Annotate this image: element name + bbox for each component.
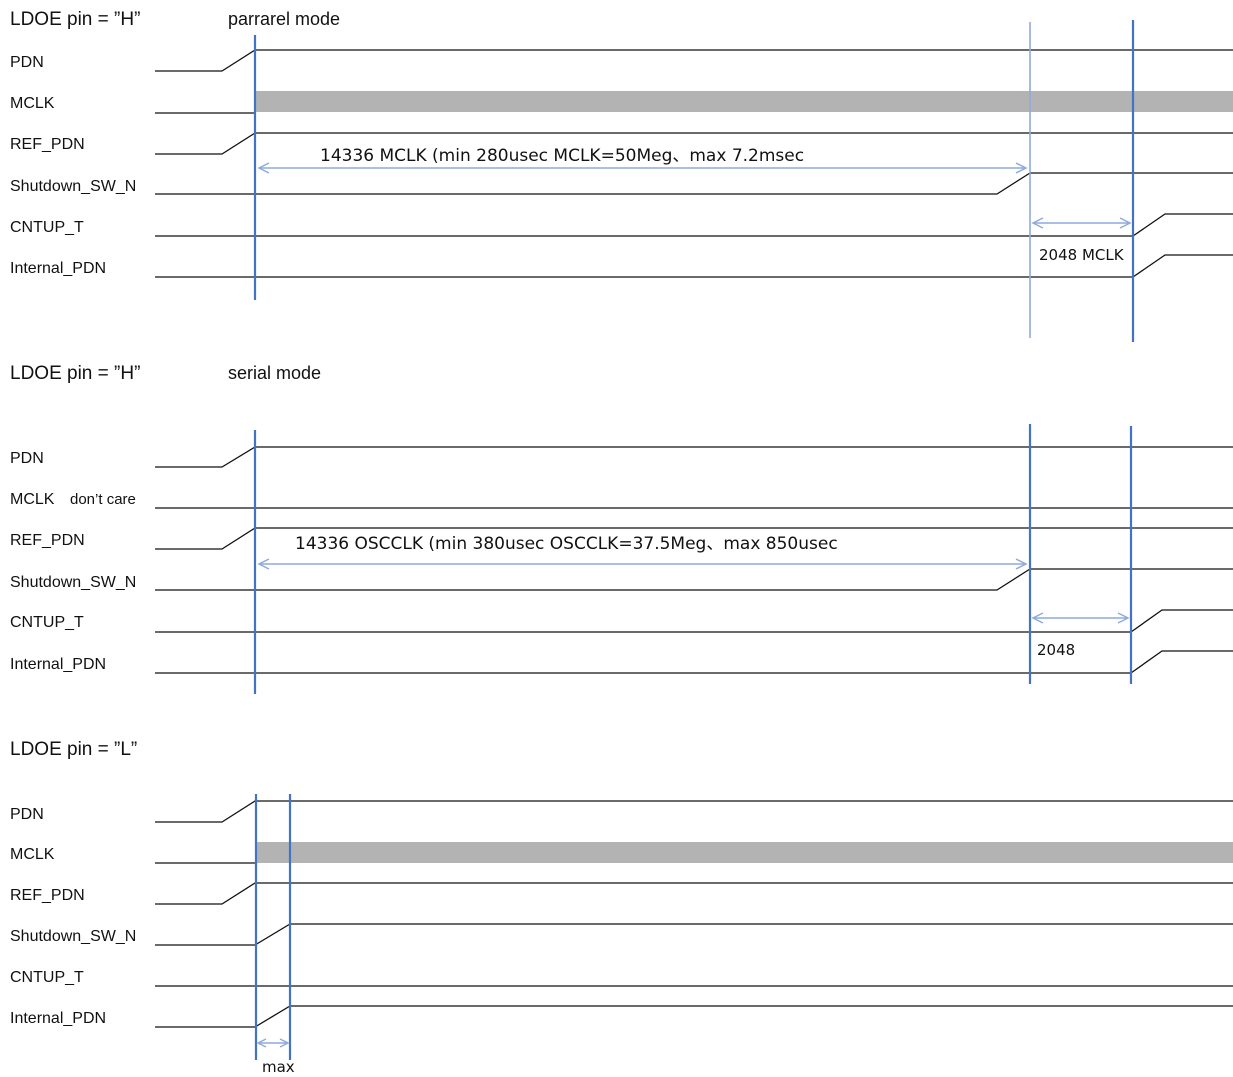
waveform-cntup-t: [155, 609, 1233, 633]
signal-label-ref-pdn: REF_PDN: [10, 532, 85, 549]
waveform-pdn: [155, 49, 1233, 72]
signal-label-mclk: MCLK: [10, 846, 55, 863]
waveform-shutdown-sw-n: [155, 568, 1233, 591]
section-serial-mode: LDOE pin = ”H” serial mode PDN MCLK don’…: [10, 363, 1233, 694]
section-mode: parrarel mode: [228, 9, 340, 29]
timing-diagram: LDOE pin = ”H” parrarel mode PDN MCLK RE…: [10, 9, 1233, 1076]
section-heading: LDOE pin = ”H”: [10, 363, 140, 384]
signal-note-dont-care: don’t care: [70, 491, 136, 508]
section-heading: LDOE pin = ”L”: [10, 739, 137, 760]
interval-label-2048: 2048: [1037, 641, 1075, 659]
waveform-cntup-t: [155, 213, 1233, 237]
interval-label-2048: 2048 MCLK: [1039, 246, 1125, 264]
waveform-mclk-clock-band: [255, 842, 1233, 863]
interval-arrow-2048: [1031, 217, 1132, 229]
signal-label-shutdown-sw-n: Shutdown_SW_N: [10, 178, 136, 195]
signal-label-mclk: MCLK: [10, 491, 55, 508]
waveform-internal-pdn: [155, 1005, 1233, 1028]
signal-label-ref-pdn: REF_PDN: [10, 887, 85, 904]
waveform-mclk-clock-band: [255, 91, 1233, 112]
waveform-pdn: [155, 446, 1233, 468]
signal-label-cntup-t: CNTUP_T: [10, 969, 84, 986]
signal-label-shutdown-sw-n: Shutdown_SW_N: [10, 928, 136, 945]
interval-label-max: max: [262, 1058, 295, 1076]
section-heading: LDOE pin = ”H”: [10, 9, 140, 30]
section-ldoe-low: LDOE pin = ”L” PDN MCLK REF_PDN Shutdown…: [10, 739, 1233, 1076]
signal-label-ref-pdn: REF_PDN: [10, 136, 85, 153]
signal-label-pdn: PDN: [10, 54, 44, 71]
interval-label-14336: 14336 OSCCLK (min 380usec OSCCLK=37.5Meg…: [295, 534, 838, 554]
signal-label-mclk: MCLK: [10, 95, 55, 112]
signal-label-cntup-t: CNTUP_T: [10, 614, 84, 631]
interval-arrow-max: [256, 1038, 290, 1048]
waveform-shutdown-sw-n: [155, 172, 1233, 195]
signal-label-pdn: PDN: [10, 806, 44, 823]
signal-label-internal-pdn: Internal_PDN: [10, 656, 106, 673]
interval-arrow-14336: [257, 558, 1028, 570]
interval-arrow-2048: [1031, 612, 1130, 624]
interval-label-14336: 14336 MCLK (min 280usec MCLK=50Meg、max 7…: [320, 146, 804, 166]
section-parallel-mode: LDOE pin = ”H” parrarel mode PDN MCLK RE…: [10, 9, 1233, 342]
signal-label-internal-pdn: Internal_PDN: [10, 1010, 106, 1027]
signal-label-internal-pdn: Internal_PDN: [10, 260, 106, 277]
waveform-pdn: [155, 800, 1233, 823]
signal-label-cntup-t: CNTUP_T: [10, 219, 84, 236]
waveform-shutdown-sw-n: [155, 923, 1233, 946]
waveform-ref-pdn: [155, 882, 1233, 905]
section-mode: serial mode: [228, 363, 321, 383]
signal-label-pdn: PDN: [10, 450, 44, 467]
signal-label-shutdown-sw-n: Shutdown_SW_N: [10, 574, 136, 591]
